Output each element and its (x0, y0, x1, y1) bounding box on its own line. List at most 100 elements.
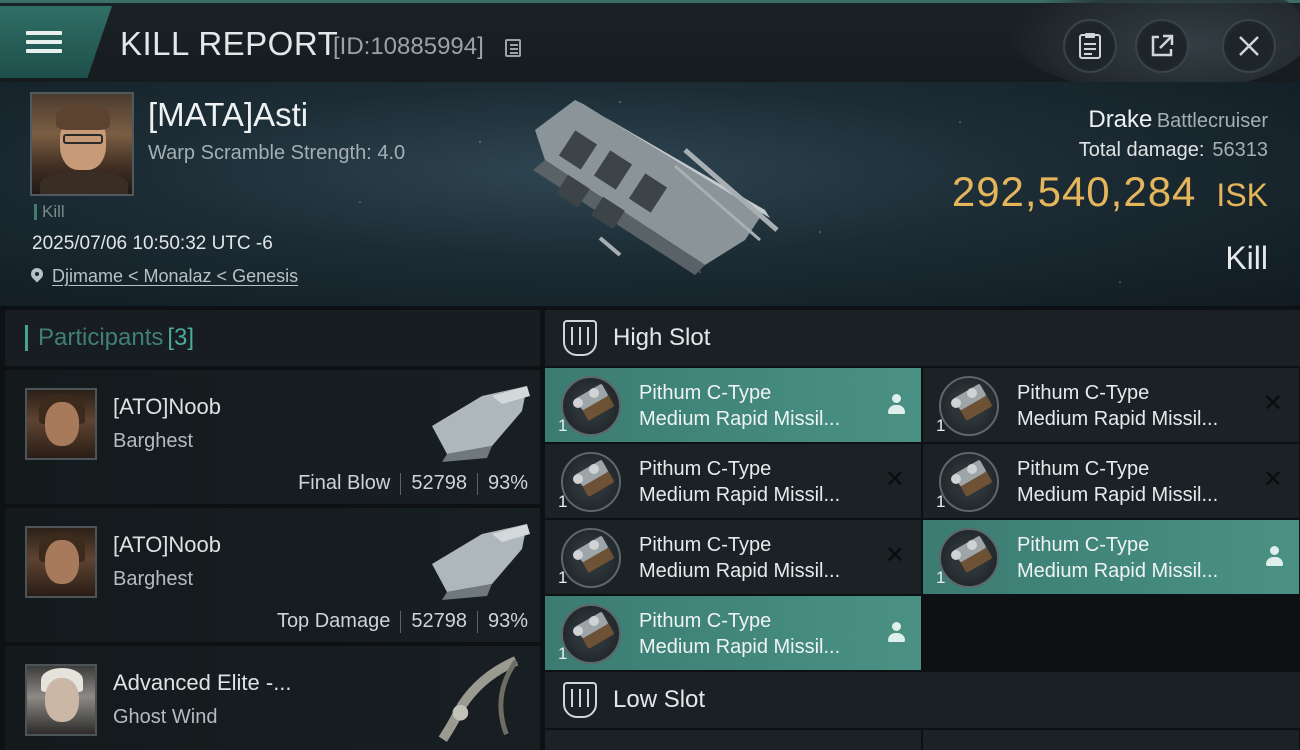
missile-launcher-icon (939, 376, 999, 436)
module-quantity: 1 (558, 416, 568, 435)
participant-role: Final Blow (298, 472, 391, 494)
participant-name: [ATO]Noob (113, 532, 222, 557)
participant-ship: Barghest (113, 568, 194, 590)
low-slot-icon (563, 682, 597, 718)
module-item[interactable]: 1 Pithum C-Type Medium Rapid Missil... (923, 520, 1299, 594)
missile-launcher-icon (561, 452, 621, 512)
module-item[interactable]: 1 Pithum C-Type Medium Rapid Missil... ✕ (923, 444, 1299, 518)
module-name-line2: Medium Rapid Missil... (1017, 560, 1219, 582)
missile-launcher-icon (561, 528, 621, 588)
missile-launcher-icon (561, 376, 621, 436)
ship-class: Battlecruiser (1156, 110, 1268, 132)
page-title: KILL REPORT (120, 25, 339, 62)
location-link[interactable]: Djimame < Monalaz < Genesis (30, 266, 298, 287)
participant-percent: 93% (487, 472, 528, 494)
participant-ship-image (432, 386, 530, 462)
participant-row[interactable]: [ATO]Noob Barghest Top Damage 52798 93% (5, 508, 540, 642)
kill-datetime: 2025/07/06 10:50:32 UTC -6 (32, 233, 273, 254)
participant-row[interactable]: Advanced Elite -... Ghost Wind (5, 646, 540, 750)
module-item[interactable]: 1 Pithum C-Type Medium Rapid Missil... (545, 368, 921, 442)
participant-ship-image (432, 524, 530, 600)
module-name-line1: Pithum C-Type (1017, 534, 1150, 556)
victim-ship-image (533, 100, 779, 275)
clipboard-icon (1079, 33, 1101, 59)
module-item[interactable]: 1 Pithum C-Type Medium Rapid Missil... (545, 596, 921, 670)
total-damage-value: 56313 (1212, 139, 1268, 161)
share-button[interactable] (1135, 19, 1189, 73)
module-name-line2: Medium Rapid Missil... (639, 636, 841, 658)
module-name-line2: Medium Rapid Missil... (639, 560, 841, 582)
dropped-person-icon (1265, 546, 1283, 568)
module-item[interactable]: 1 Pithum C-Type Medium Rapid Missil... ✕ (923, 368, 1299, 442)
module-item[interactable] (923, 730, 1299, 750)
module-item[interactable] (545, 730, 921, 750)
module-quantity: 1 (936, 416, 946, 435)
participant-name: [ATO]Noob (113, 394, 222, 419)
victim-name[interactable]: [MATA]Asti (148, 96, 308, 134)
location-text[interactable]: Djimame < Monalaz < Genesis (52, 266, 298, 287)
module-quantity: 1 (558, 644, 568, 663)
clipboard-button[interactable] (1063, 19, 1117, 73)
isk-amount: 292,540,284 (951, 168, 1197, 215)
close-button[interactable] (1222, 19, 1276, 73)
menu-button[interactable] (0, 6, 112, 78)
missile-launcher-icon (561, 604, 621, 664)
isk-value: 292,540,284 ISK (952, 168, 1268, 216)
close-icon (1239, 36, 1259, 56)
low-slot-grid (545, 730, 1300, 750)
participant-avatar[interactable] (25, 526, 97, 598)
missile-launcher-icon (939, 452, 999, 512)
kill-tag: Kill (34, 203, 65, 220)
destroyed-x-icon: ✕ (1262, 466, 1283, 493)
hamburger-icon (26, 26, 62, 58)
ship-name: Drake (1088, 106, 1153, 133)
participant-row[interactable]: [ATO]Noob Barghest Final Blow 52798 93% (5, 370, 540, 504)
participants-label: Participants (38, 324, 164, 351)
module-quantity: 1 (936, 568, 946, 587)
high-slot-icon (563, 320, 597, 356)
participant-avatar[interactable] (25, 388, 97, 460)
participant-stats: Final Blow 52798 93% (298, 472, 528, 495)
module-quantity: 1 (936, 492, 946, 511)
module-name-line1: Pithum C-Type (639, 534, 772, 556)
dropped-person-icon (887, 394, 905, 416)
participant-damage: 52798 (411, 610, 467, 632)
module-name: Pithum C-Type Medium Rapid Missil... (639, 608, 840, 660)
ship-type: Drake Battlecruiser (1088, 106, 1268, 134)
module-name: Pithum C-Type Medium Rapid Missil... (639, 532, 840, 584)
participant-name: Advanced Elite -... (113, 670, 292, 695)
report-id: [ID:10885994] (333, 33, 484, 60)
participants-header: Participants [3] (5, 310, 540, 366)
total-damage: Total damage: 56313 (1079, 139, 1268, 162)
destroyed-x-icon: ✕ (1262, 390, 1283, 417)
module-quantity: 1 (558, 568, 568, 587)
module-name-line2: Medium Rapid Missil... (639, 408, 841, 430)
module-name-line1: Pithum C-Type (639, 610, 772, 632)
participant-percent: 93% (487, 610, 528, 632)
participant-avatar[interactable] (25, 664, 97, 736)
module-name: Pithum C-Type Medium Rapid Missil... (1017, 456, 1218, 508)
top-bar: KILL REPORT [ID:10885994] (0, 0, 1300, 93)
victim-avatar[interactable] (30, 92, 134, 196)
module-name-line1: Pithum C-Type (639, 458, 772, 480)
participant-role: Top Damage (276, 610, 391, 632)
module-name: Pithum C-Type Medium Rapid Missil... (639, 380, 840, 432)
missile-launcher-icon (939, 528, 999, 588)
empty-slot (923, 596, 1299, 670)
low-slot-header: Low Slot (545, 672, 1300, 728)
participant-ship: Ghost Wind (113, 706, 218, 728)
copy-id-icon[interactable] (505, 39, 521, 57)
fitting-panel: High Slot 1 Pithum C-Type Medium Rapid M… (545, 310, 1300, 750)
destroyed-x-icon: ✕ (884, 466, 905, 493)
module-name-line2: Medium Rapid Missil... (1017, 484, 1219, 506)
high-slot-label: High Slot (613, 324, 711, 351)
module-item[interactable]: 1 Pithum C-Type Medium Rapid Missil... ✕ (545, 444, 921, 518)
header-accent-bar (25, 325, 28, 351)
dropped-person-icon (887, 622, 905, 644)
high-slot-grid: 1 Pithum C-Type Medium Rapid Missil... 1… (545, 368, 1300, 670)
low-slot-label: Low Slot (613, 686, 706, 713)
participant-ship-image (438, 656, 519, 742)
module-item[interactable]: 1 Pithum C-Type Medium Rapid Missil... ✕ (545, 520, 921, 594)
location-pin-icon (30, 268, 44, 286)
victim-banner: [MATA]Asti Warp Scramble Strength: 4.0 K… (0, 82, 1300, 306)
